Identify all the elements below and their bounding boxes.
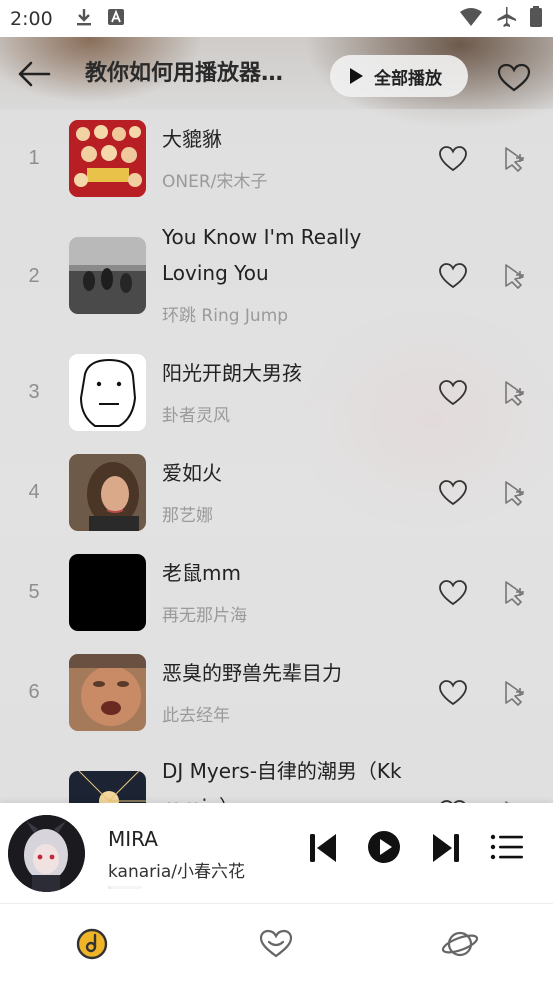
- meme-face-cover: [69, 354, 146, 431]
- song-title: 恶臭的野兽先辈目力: [162, 661, 342, 685]
- add-to-playlist-button[interactable]: [500, 262, 528, 290]
- heart-icon: [439, 263, 467, 289]
- song-title: 大貔貅: [162, 127, 222, 151]
- song-title: DJ Myers-自律的潮男（Kk remix）: [162, 759, 402, 803]
- status-bar: 2:00: [0, 0, 553, 37]
- black-cover: [69, 554, 146, 631]
- heart-icon: [259, 929, 293, 958]
- night-sky-cover: [69, 771, 146, 803]
- play-icon: [368, 831, 400, 863]
- song-title: You Know I'm Really Loving You: [162, 225, 362, 285]
- like-button[interactable]: [438, 379, 468, 407]
- add-to-playlist-icon: [505, 481, 524, 506]
- heart-icon: [439, 580, 467, 606]
- now-playing-artist: kanaria/小春六花: [108, 862, 246, 882]
- add-to-playlist-icon: [505, 147, 524, 172]
- heart-icon: [439, 480, 467, 506]
- playlist-header: 教你如何用播放器… 全部播放: [0, 37, 553, 109]
- song-index: 3: [28, 381, 40, 403]
- like-button[interactable]: [438, 262, 468, 290]
- download-icon: [75, 7, 93, 31]
- page-title: 教你如何用播放器…: [85, 61, 284, 86]
- song-artist: ONER/宋木子: [162, 172, 268, 192]
- like-button[interactable]: [438, 579, 468, 607]
- song-row[interactable]: 7 DJ Myers-自律的潮男（Kk remix）: [0, 743, 553, 803]
- back-arrow-icon: [18, 61, 51, 87]
- play-all-button[interactable]: 全部播放: [330, 55, 468, 97]
- play-all-label: 全部播放: [374, 68, 442, 89]
- song-index: 5: [28, 581, 40, 603]
- song-artist: 那艺娜: [162, 506, 213, 526]
- song-artist: 此去经年: [162, 706, 230, 726]
- nav-discover[interactable]: [440, 924, 480, 964]
- song-artist: 环跳 Ring Jump: [162, 306, 289, 326]
- song-row[interactable]: 1 大貔貅 ONER/宋木子: [0, 109, 553, 209]
- back-button[interactable]: [16, 59, 52, 89]
- playlist-icon: [490, 834, 523, 860]
- song-row[interactable]: 6 恶臭的野兽先辈目力 此去经年: [0, 643, 553, 743]
- song-index: 4: [28, 481, 40, 503]
- song-row[interactable]: 5 老鼠mm 再无那片海: [0, 543, 553, 643]
- song-list[interactable]: 1 大貔貅 ONER/宋木子 2 You Know I'm Really Lov…: [0, 109, 553, 803]
- song-row[interactable]: 3 阳光开朗大男孩 卦者灵风: [0, 343, 553, 443]
- song-title: 爱如火: [162, 461, 222, 485]
- like-button[interactable]: [438, 479, 468, 507]
- add-to-playlist-button[interactable]: [500, 579, 528, 607]
- next-button[interactable]: [431, 831, 461, 869]
- previous-button[interactable]: [308, 831, 338, 869]
- song-index: 2: [28, 265, 40, 287]
- portrait-woman-cover: [69, 454, 146, 531]
- song-artist: 再无那片海: [162, 606, 247, 626]
- song-title: 老鼠mm: [162, 561, 241, 585]
- nav-music[interactable]: [72, 924, 112, 964]
- playlist-button[interactable]: [490, 833, 524, 865]
- add-to-playlist-icon: [505, 681, 524, 706]
- playback-progress: [108, 886, 142, 889]
- bw-rooftop-cover: [69, 237, 146, 314]
- favorite-playlist-button[interactable]: [497, 63, 531, 93]
- music-disc-icon: [76, 928, 108, 960]
- face-closeup-cover: [69, 654, 146, 731]
- heart-icon: [439, 380, 467, 406]
- play-pause-button[interactable]: [366, 829, 402, 869]
- status-time: 2:00: [10, 7, 53, 30]
- heart-icon: [439, 680, 467, 706]
- add-to-playlist-icon: [505, 581, 524, 606]
- airplane-icon: [495, 6, 517, 32]
- wifi-icon: [459, 7, 483, 31]
- now-playing-title: MIRA: [108, 827, 158, 851]
- song-row[interactable]: 2 You Know I'm Really Loving You 环跳 Ring…: [0, 219, 553, 339]
- add-to-playlist-button[interactable]: [500, 679, 528, 707]
- like-button[interactable]: [438, 145, 468, 173]
- red-crowd-cover: [69, 120, 146, 197]
- bottom-nav: [0, 903, 553, 983]
- add-to-playlist-button[interactable]: [500, 379, 528, 407]
- song-artist: 卦者灵风: [162, 406, 230, 426]
- skip-previous-icon: [310, 834, 336, 862]
- song-index: 6: [28, 681, 40, 703]
- skip-next-icon: [433, 834, 459, 862]
- heart-icon: [497, 63, 531, 92]
- add-to-playlist-icon: [505, 264, 524, 289]
- battery-icon: [529, 5, 543, 32]
- add-to-playlist-icon: [505, 381, 524, 406]
- song-row[interactable]: 4 爱如火 那艺娜: [0, 443, 553, 543]
- song-title: 阳光开朗大男孩: [162, 361, 302, 385]
- heart-icon: [439, 146, 467, 172]
- add-to-playlist-button[interactable]: [500, 145, 528, 173]
- planet-icon: [441, 931, 479, 957]
- nav-favorites[interactable]: [256, 924, 296, 964]
- app-store-icon: [107, 8, 125, 30]
- play-icon: [350, 68, 363, 84]
- like-button[interactable]: [438, 679, 468, 707]
- mini-player[interactable]: MIRA kanaria/小春六花: [0, 803, 553, 903]
- now-playing-cover[interactable]: [8, 815, 85, 892]
- add-to-playlist-button[interactable]: [500, 479, 528, 507]
- song-index: 1: [28, 147, 40, 169]
